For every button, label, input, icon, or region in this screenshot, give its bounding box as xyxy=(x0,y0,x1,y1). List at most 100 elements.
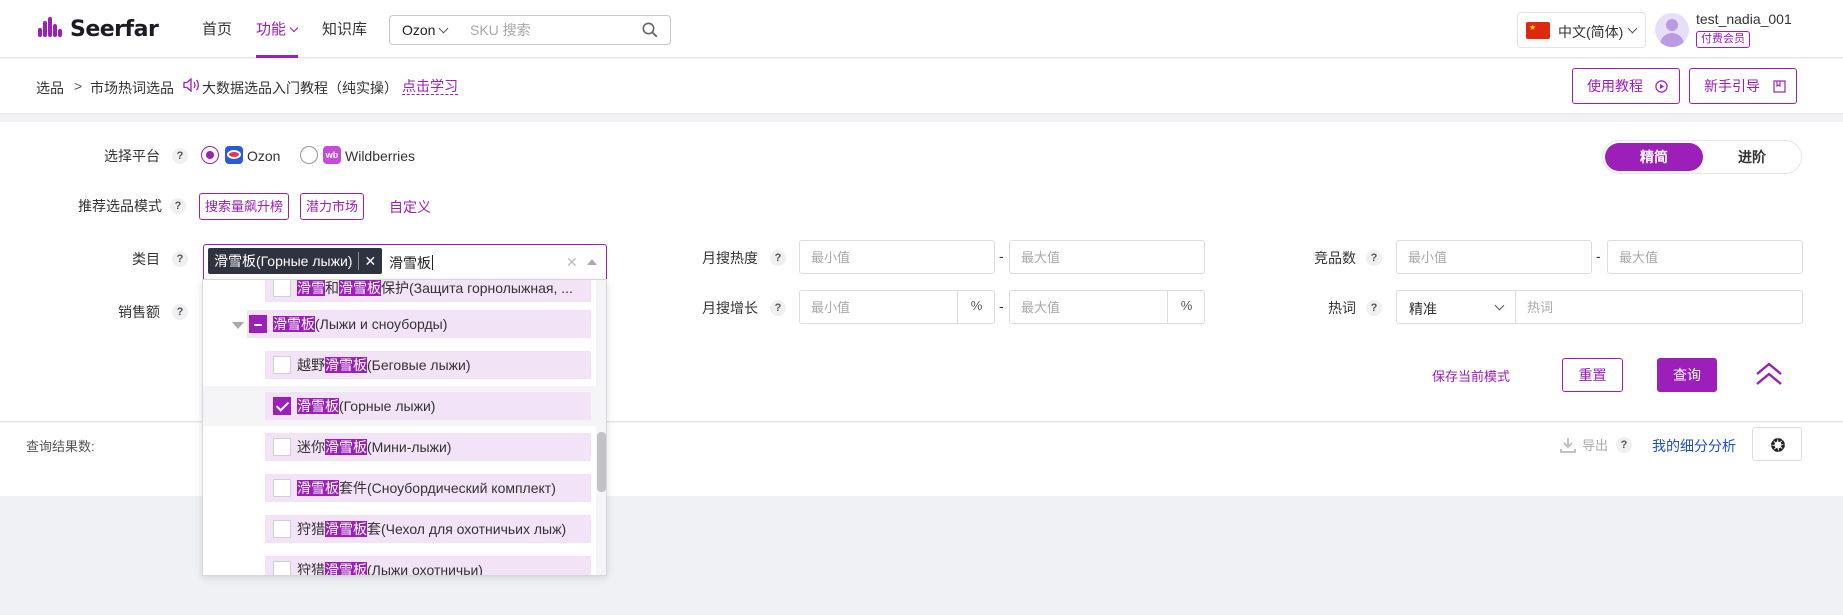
list-item[interactable]: 滑雪板套件(Сноубордический комплект) xyxy=(265,474,591,502)
chevron-down-icon xyxy=(1627,23,1638,34)
search-platform-label: Ozon xyxy=(402,22,436,38)
sku-search-box: Ozon xyxy=(389,15,671,45)
nav-home[interactable]: 首页 xyxy=(202,18,232,39)
language-select[interactable]: ★ 中文(简体) xyxy=(1517,12,1646,48)
mode-toggle: 精简 进阶 xyxy=(1602,140,1802,174)
close-icon[interactable]: ✕ xyxy=(358,252,376,270)
checkbox[interactable] xyxy=(273,280,291,297)
list-item[interactable]: 狩猎滑雪板(Лыжи охотничьи) xyxy=(265,556,591,575)
my-segment-analysis-link[interactable]: 我的细分分析 xyxy=(1652,436,1736,456)
checkbox[interactable] xyxy=(273,561,291,575)
help-icon[interactable]: ? xyxy=(170,198,186,214)
tutorial-button[interactable]: 使用教程 xyxy=(1572,68,1680,104)
chevron-down-icon xyxy=(289,23,299,33)
platform-radio-ozon[interactable] xyxy=(201,146,219,164)
breadcrumb-item-selection[interactable]: 选品 xyxy=(36,78,64,98)
competitor-max-input[interactable] xyxy=(1607,240,1803,274)
category-label: 类目 xyxy=(132,251,160,267)
list-item[interactable]: 狩猎滑雪板套(Чехол для охотничьих лыж) xyxy=(265,515,591,543)
help-icon[interactable]: ? xyxy=(1366,250,1382,266)
tutorial-button-label: 使用教程 xyxy=(1587,78,1643,94)
beginner-guide-button[interactable]: 新手引导 xyxy=(1689,68,1797,104)
settings-button[interactable] xyxy=(1752,427,1802,461)
monthly-growth-label: 月搜增长 xyxy=(702,300,758,316)
clear-icon[interactable]: ✕ xyxy=(566,254,578,271)
list-item[interactable]: 滑雪板(Горные лыжи) xyxy=(265,392,591,420)
query-button[interactable]: 查询 xyxy=(1657,358,1717,392)
dropdown-scrollbar[interactable] xyxy=(597,432,606,492)
ozon-logo-icon xyxy=(225,146,243,164)
breadcrumb-separator: > xyxy=(74,78,83,94)
help-icon[interactable]: ? xyxy=(770,250,786,266)
logo-text: Seerfar xyxy=(70,16,159,42)
guide-book-icon xyxy=(1773,80,1786,93)
sales-label: 销售额 xyxy=(118,304,160,320)
mode-simple-button[interactable]: 精简 xyxy=(1605,143,1703,171)
chevron-up-icon[interactable] xyxy=(587,259,597,265)
learn-link[interactable]: 点击学习 xyxy=(402,78,458,95)
percent-unit: % xyxy=(957,290,995,324)
gear-icon xyxy=(1771,438,1785,452)
help-icon[interactable]: ? xyxy=(172,304,188,320)
logo-bars-icon xyxy=(38,17,64,39)
download-icon xyxy=(1560,437,1576,453)
platform-radio-wildberries[interactable] xyxy=(300,146,318,164)
top-navigation: Seerfar 首页 功能 知识库 Ozon ★ 中文(简体) test_nad… xyxy=(0,0,1843,58)
range-dash: - xyxy=(999,298,1004,314)
monthly-search-max-input[interactable] xyxy=(1009,240,1205,274)
seerfar-logo[interactable]: Seerfar xyxy=(38,14,159,44)
competitor-min-input[interactable] xyxy=(1396,240,1592,274)
member-badge: 付费会员 xyxy=(1696,31,1750,48)
export-button[interactable]: 导出 ? xyxy=(1560,435,1633,454)
nav-knowledge-base[interactable]: 知识库 xyxy=(322,18,367,39)
hotword-input[interactable] xyxy=(1515,290,1803,324)
list-item[interactable]: 迷你滑雪板(Мини-лыжи) xyxy=(265,433,591,461)
recommend-tag-search-surge[interactable]: 搜索量飙升榜 xyxy=(199,193,290,220)
user-avatar[interactable] xyxy=(1655,13,1689,47)
results-count-label: 查询结果数: xyxy=(26,439,95,454)
custom-mode-link[interactable]: 自定义 xyxy=(389,197,431,217)
list-item[interactable]: 越野滑雪板(Беговые лыжи) xyxy=(265,351,591,379)
nav-features[interactable]: 功能 xyxy=(256,18,299,39)
search-platform-select[interactable]: Ozon xyxy=(402,22,449,38)
speaker-icon xyxy=(183,78,199,92)
list-item[interactable]: 滑雪和滑雪板保护(Защита горнолыжная, ... xyxy=(265,280,591,302)
username[interactable]: test_nadia_001 xyxy=(1696,11,1792,27)
checkbox[interactable] xyxy=(249,315,267,333)
collapse-up-icon[interactable] xyxy=(1754,361,1784,387)
checkbox[interactable] xyxy=(273,438,291,456)
platform-label-wildberries: Wildberries xyxy=(345,148,416,164)
chevron-down-icon xyxy=(1494,300,1505,311)
checkbox[interactable] xyxy=(273,479,291,497)
save-mode-link[interactable]: 保存当前模式 xyxy=(1432,366,1510,385)
export-label: 导出 xyxy=(1582,438,1609,453)
hotword-match-select[interactable]: 精准 xyxy=(1396,290,1516,324)
sku-search-input[interactable] xyxy=(470,20,640,40)
checkbox[interactable] xyxy=(273,520,291,538)
wildberries-logo-icon: wb xyxy=(323,146,341,164)
category-dropdown: 滑雪和滑雪板保护(Защита горнолыжная, ... 滑雪板(Лыж… xyxy=(202,279,607,576)
active-nav-underline xyxy=(256,55,298,58)
checkbox[interactable] xyxy=(273,356,291,374)
monthly-search-label: 月搜热度 xyxy=(702,250,758,266)
recommend-tag-potential-market[interactable]: 潜力市场 xyxy=(300,193,365,220)
list-item[interactable]: 滑雪板(Лыжи и сноуборды) xyxy=(247,310,591,338)
checkbox[interactable] xyxy=(273,397,291,415)
help-icon[interactable]: ? xyxy=(1366,300,1382,316)
category-search-input[interactable]: 滑雪板 xyxy=(389,253,433,273)
search-icon[interactable] xyxy=(642,22,658,38)
recommend-mode-label: 推荐选品模式 xyxy=(78,198,162,214)
monthly-search-min-input[interactable] xyxy=(799,240,995,274)
expand-caret-icon[interactable] xyxy=(232,322,244,329)
help-icon[interactable]: ? xyxy=(172,251,188,267)
breadcrumb-bar: 选品 > 市场热词选品 大数据选品入门教程（纯实操） 点击学习 xyxy=(0,59,1843,114)
help-icon[interactable]: ? xyxy=(770,300,786,316)
percent-unit: % xyxy=(1167,290,1205,324)
mode-advanced-button[interactable]: 进阶 xyxy=(1703,143,1801,171)
help-icon[interactable]: ? xyxy=(172,148,188,164)
reset-button[interactable]: 重置 xyxy=(1562,358,1623,392)
dropdown-scrollbar-track xyxy=(596,280,606,575)
tutorial-announcement: 大数据选品入门教程（纯实操） xyxy=(202,80,398,96)
category-select[interactable]: 滑雪板(Горные лыжи) ✕ 滑雪板 ✕ xyxy=(203,244,607,280)
help-icon[interactable]: ? xyxy=(1616,436,1633,453)
